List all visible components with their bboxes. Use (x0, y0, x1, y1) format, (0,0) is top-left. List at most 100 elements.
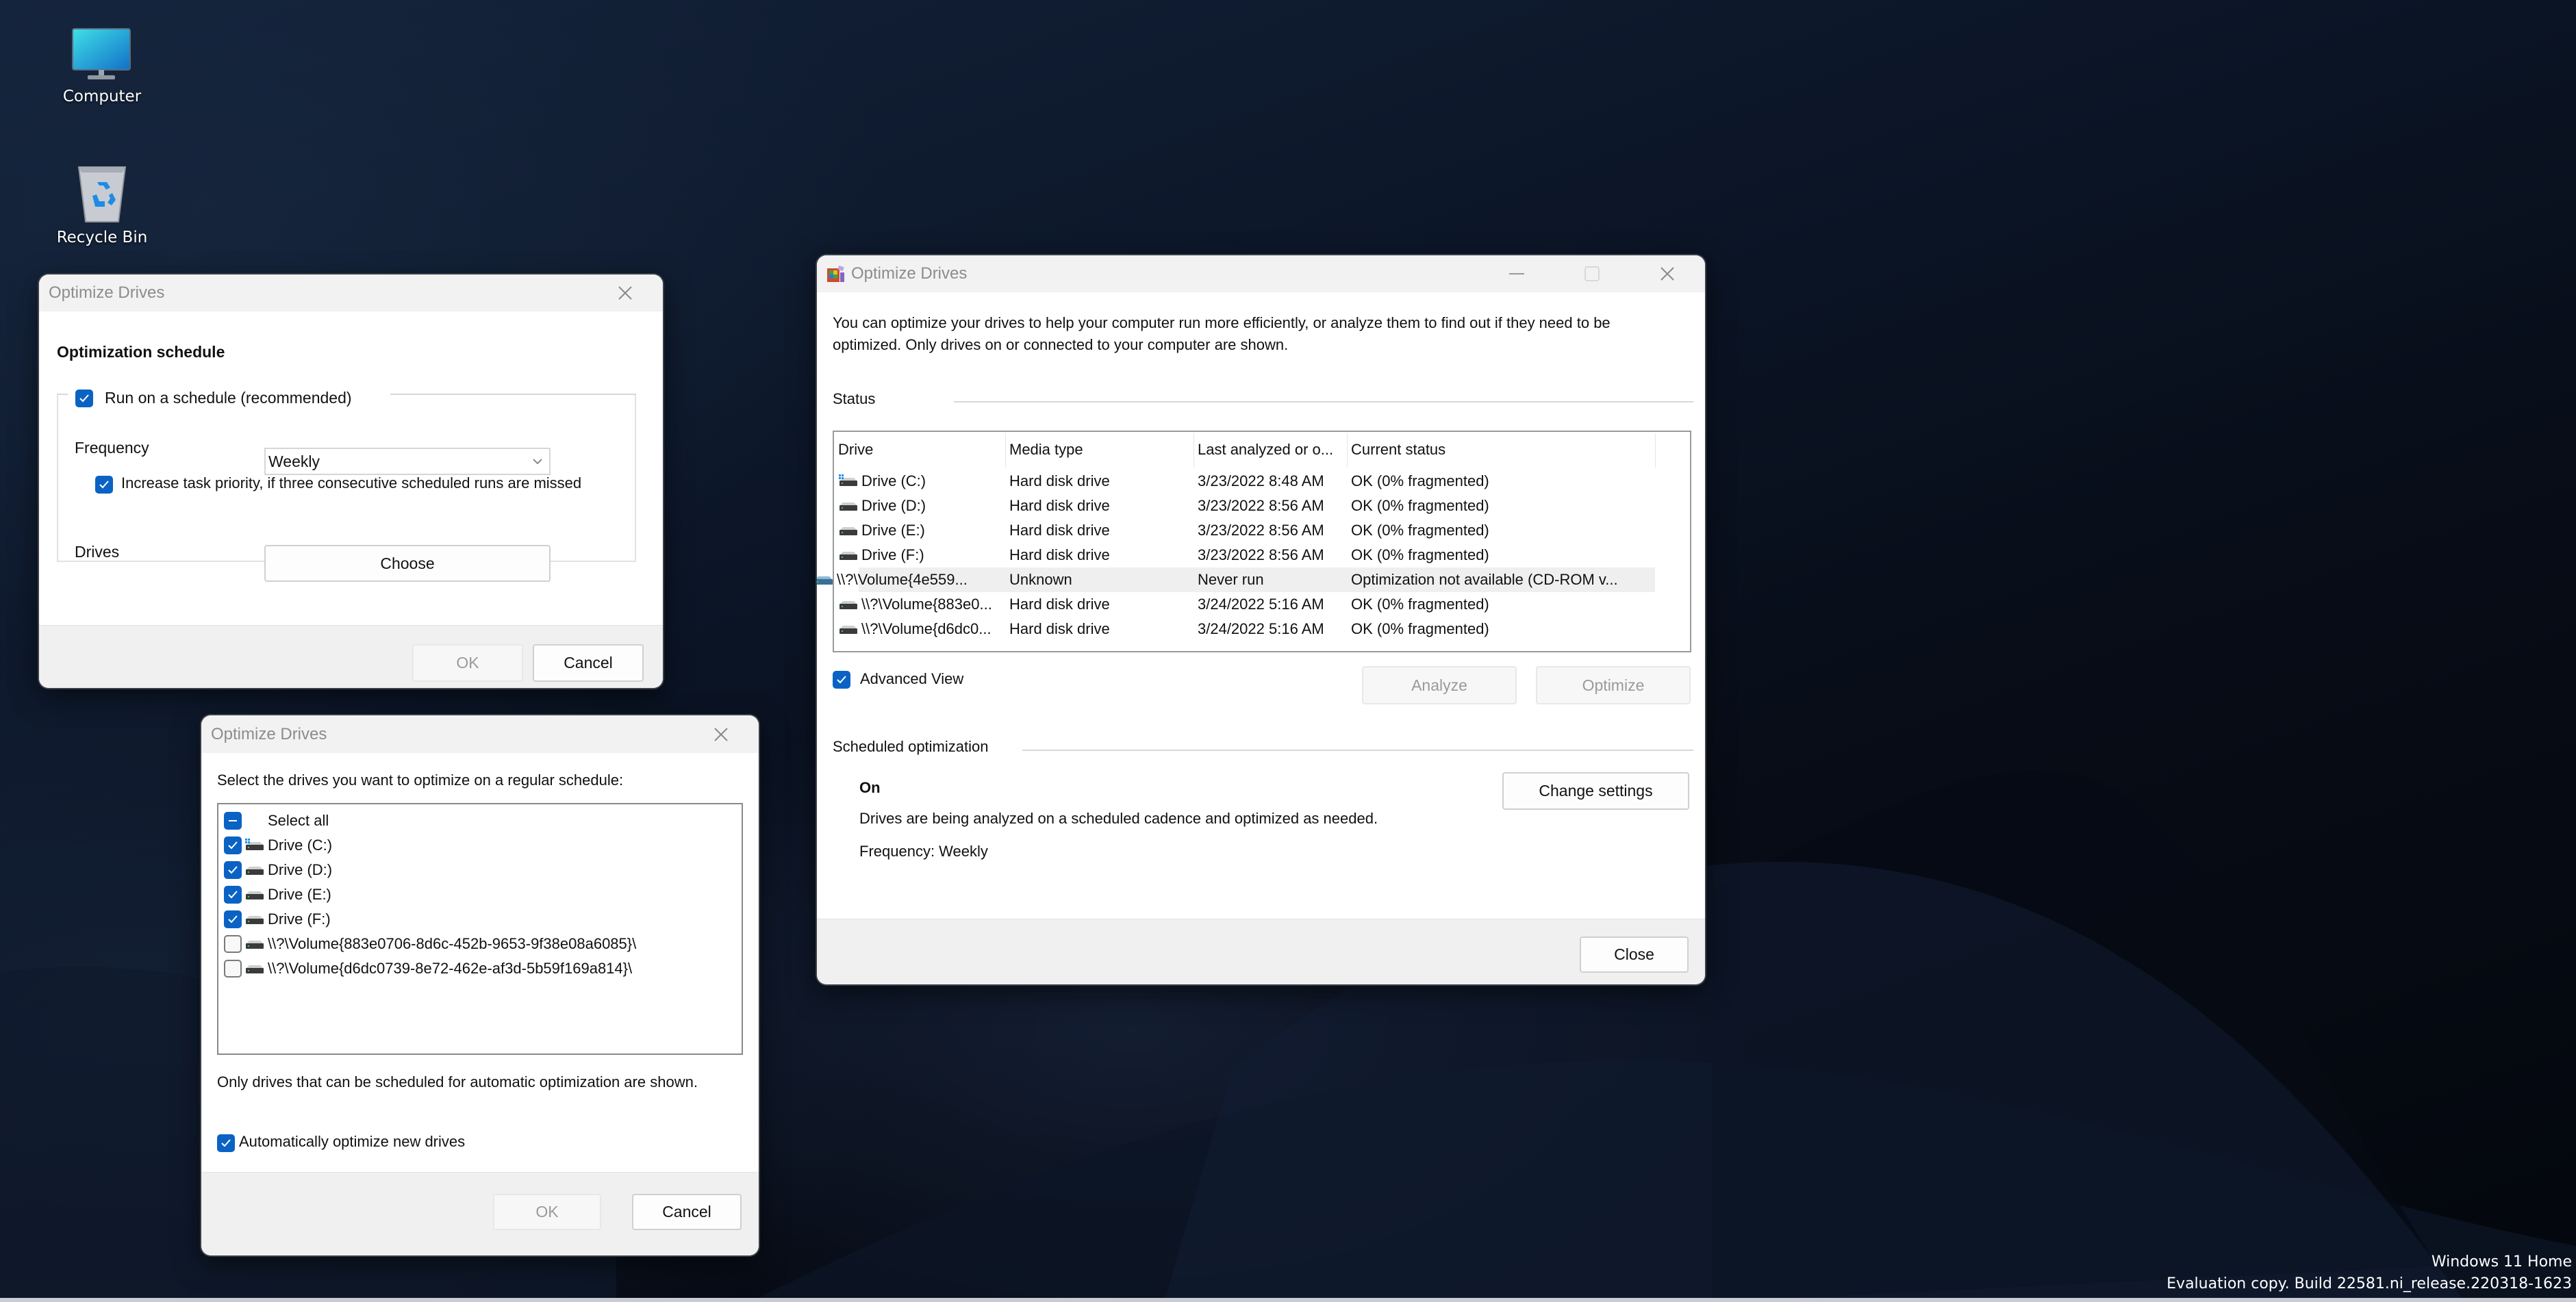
select-all-checkbox[interactable] (224, 812, 242, 830)
run-on-schedule-checkbox[interactable] (75, 390, 93, 407)
drive-list-item[interactable]: Drive (E:) (224, 882, 331, 907)
frequency-dropdown[interactable]: Weekly (264, 448, 551, 475)
drive-list-item[interactable]: Drive (D:) (224, 858, 332, 882)
cell-media-type: Hard disk drive (1009, 592, 1195, 617)
cell-last-analyzed-text: 3/23/2022 8:48 AM (1198, 472, 1324, 489)
cell-drive: Drive (C:) (838, 469, 1007, 494)
schedule-description: Drives are being analyzed on a scheduled… (859, 810, 1378, 827)
defrag-app-icon (827, 266, 844, 282)
cell-current-status: OK (0% fragmented) (1351, 617, 1652, 641)
drives-table[interactable]: Drive Media type Last analyzed or o... C… (817, 431, 1691, 652)
drive-list-label: Drive (D:) (268, 861, 333, 878)
minimize-button[interactable] (1479, 255, 1554, 292)
table-row[interactable]: \\?\Volume{d6dc0... Hard disk drive 3/24/2… (834, 617, 1656, 641)
drive-list-item[interactable]: Drive (C:) (224, 833, 332, 858)
desktop-icon-label: Computer (62, 88, 142, 105)
drive-checkbox[interactable] (224, 886, 242, 904)
cell-last-analyzed: 3/23/2022 8:48 AM (1198, 469, 1348, 494)
column-header-media-type[interactable]: Media type (1005, 432, 1194, 468)
hard-drive-icon (838, 598, 859, 611)
status-section-line (954, 401, 1693, 403)
table-row[interactable]: Drive (D:) Hard disk drive 3/23/2022 8:56 … (834, 494, 1656, 518)
checkmark-icon (228, 915, 238, 923)
group-box-top-line (57, 394, 68, 395)
hard-drive-icon (838, 622, 859, 636)
analyze-button[interactable]: Analyze (1362, 666, 1517, 704)
cell-drive: \\?\Volume{883e0... (838, 592, 1007, 617)
maximize-button[interactable] (1554, 255, 1630, 292)
cell-current-status: OK (0% fragmented) (1351, 543, 1652, 567)
auto-optimize-label[interactable]: Automatically optimize new drives (239, 1133, 465, 1151)
cancel-button[interactable]: Cancel (632, 1194, 742, 1230)
advanced-view-label[interactable]: Advanced View (860, 670, 963, 688)
increase-priority-checkbox[interactable] (95, 476, 113, 494)
ok-button[interactable]: OK (493, 1194, 601, 1230)
drives-label: Drives (75, 543, 120, 561)
column-header-last-analyzed[interactable]: Last analyzed or o... (1194, 432, 1347, 468)
cell-drive-text: Drive (F:) (861, 546, 924, 563)
desktop-icon-recycle-bin[interactable]: Recycle Bin (34, 164, 171, 246)
minimize-icon (1509, 273, 1524, 275)
cell-current-status-text: OK (0% fragmented) (1351, 497, 1489, 514)
title-bar[interactable]: Optimize Drives (39, 275, 663, 311)
column-divider[interactable] (1655, 433, 1656, 468)
drive-checkbox[interactable] (224, 960, 242, 978)
select-all-item[interactable]: Select all (224, 808, 329, 833)
hard-drive-icon (244, 863, 265, 877)
change-settings-button[interactable]: Change settings (1502, 772, 1689, 810)
choose-drives-button[interactable]: Choose (264, 545, 551, 582)
close-button[interactable] (683, 715, 759, 753)
desktop-icon-label: Recycle Bin (56, 229, 148, 246)
table-row[interactable]: Drive (C:) Hard disk drive 3/23/2022 8:48 … (834, 469, 1656, 494)
monitor-icon (72, 28, 131, 79)
advanced-view-checkbox[interactable] (833, 671, 850, 689)
optimization-schedule-dialog: Optimize Drives Optimization schedule Ru… (39, 275, 663, 688)
run-on-schedule-label[interactable]: Run on a schedule (recommended) (105, 389, 352, 407)
hard-drive-icon (838, 499, 859, 513)
checkmark-icon (837, 676, 846, 684)
desktop-icon-computer[interactable]: Computer (34, 27, 171, 105)
cell-current-status-text: Optimization not available (CD-ROM v... (1351, 571, 1618, 588)
drive-checkbox[interactable] (224, 837, 242, 854)
drive-list-item[interactable]: Drive (F:) (224, 907, 331, 932)
column-header-current-status[interactable]: Current status (1347, 432, 1655, 468)
cell-media-type-text: Unknown (1009, 571, 1072, 588)
choose-drives-dialog: Optimize Drives Select the drives you wa… (201, 715, 759, 1255)
drive-list-item[interactable]: \\?\Volume{883e0706-8d6c-452b-9653-9f38e… (224, 932, 636, 956)
cancel-button[interactable]: Cancel (533, 644, 644, 682)
increase-priority-label[interactable]: Increase task priority, if three consecu… (121, 474, 581, 492)
cell-media-type: Unknown (1009, 567, 1195, 592)
hard-drive-icon (244, 888, 265, 902)
drive-checkbox[interactable] (224, 935, 242, 953)
cell-last-analyzed: 3/23/2022 8:56 AM (1198, 494, 1348, 518)
close-button[interactable] (1630, 255, 1705, 292)
drive-list-label: \\?\Volume{d6dc0739-8e72-462e-af3d-5b59f… (268, 960, 633, 977)
optimize-button[interactable]: Optimize (1536, 666, 1691, 704)
cell-drive-text: \\?\Volume{4e559... (837, 571, 968, 588)
table-row[interactable]: \\?\Volume{4e559... Unknown Never run Optim… (817, 567, 1655, 592)
drive-list-item[interactable]: \\?\Volume{d6dc0739-8e72-462e-af3d-5b59f… (224, 956, 632, 981)
cell-last-analyzed-text: 3/23/2022 8:56 AM (1198, 497, 1324, 514)
cell-drive: Drive (F:) (838, 543, 1007, 567)
cell-drive: Drive (E:) (838, 518, 1007, 543)
indeterminate-icon (229, 820, 237, 821)
drive-checkbox[interactable] (224, 861, 242, 879)
auto-optimize-checkbox[interactable] (217, 1134, 235, 1152)
ok-button[interactable]: OK (412, 644, 523, 682)
cell-last-analyzed-text: 3/23/2022 8:56 AM (1198, 522, 1324, 539)
column-header-drive[interactable]: Drive (834, 432, 1005, 468)
cell-current-status: OK (0% fragmented) (1351, 518, 1652, 543)
cell-media-type-text: Hard disk drive (1009, 472, 1110, 489)
window-title: Optimize Drives (211, 724, 327, 743)
drive-selection-list[interactable]: Select all Drive (C:) Drive (D:) Drive (E:)… (217, 803, 743, 1055)
drive-checkbox[interactable] (224, 910, 242, 928)
table-row[interactable]: Drive (E:) Hard disk drive 3/23/2022 8:56 … (834, 518, 1656, 543)
table-row[interactable]: \\?\Volume{883e0... Hard disk drive 3/24/2… (834, 592, 1656, 617)
close-window-button[interactable]: Close (1580, 936, 1689, 973)
status-section-label: Status (833, 390, 876, 407)
title-bar[interactable]: Optimize Drives (817, 255, 1705, 292)
cell-media-type-text: Hard disk drive (1009, 522, 1110, 539)
title-bar[interactable]: Optimize Drives (201, 715, 759, 753)
table-row[interactable]: Drive (F:) Hard disk drive 3/23/2022 8:56 … (834, 543, 1656, 567)
close-button[interactable] (588, 275, 663, 311)
